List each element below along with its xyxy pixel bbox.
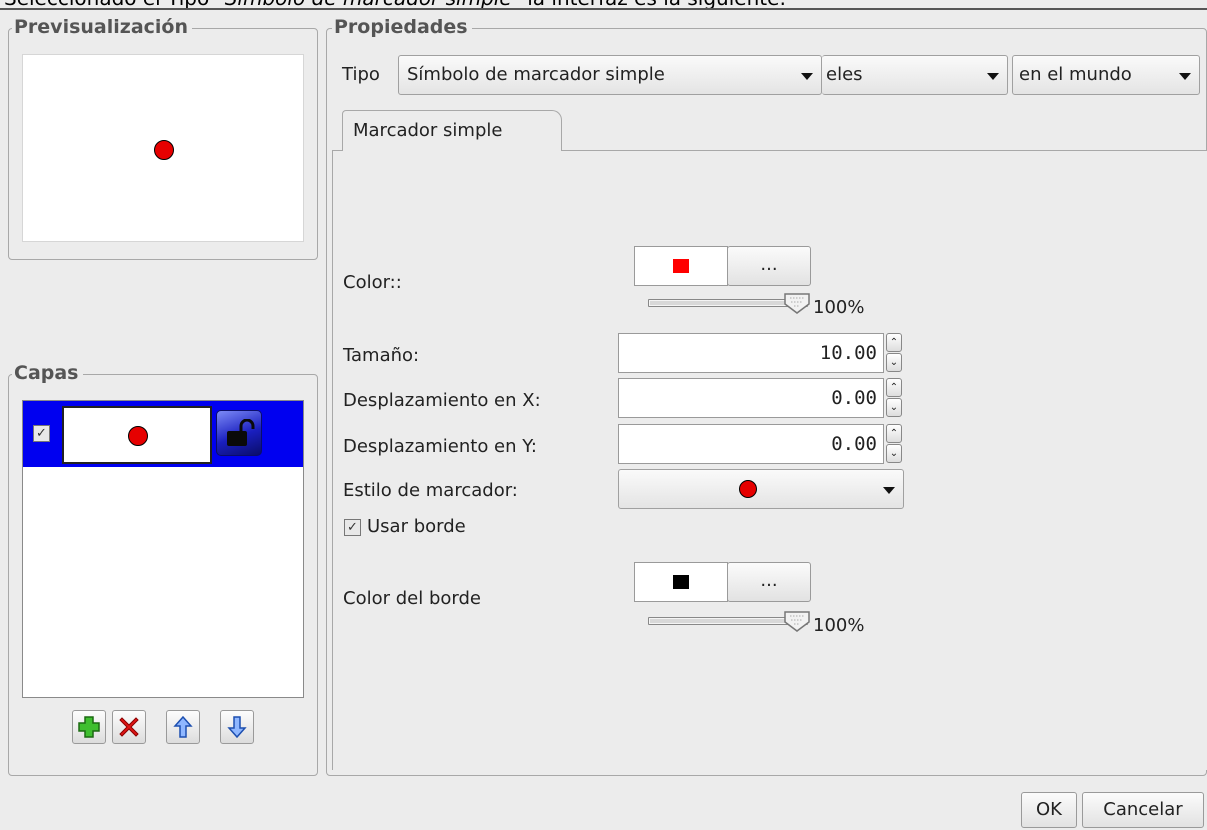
cancel-button[interactable]: Cancelar	[1082, 792, 1204, 828]
top-rule	[0, 8, 1207, 10]
layers-list[interactable]: ✓	[22, 400, 304, 698]
border-color-swatch-fill	[673, 575, 689, 589]
marker-style-label: Estilo de marcador:	[343, 480, 518, 501]
increment-icon[interactable]: ⌃	[886, 424, 902, 443]
layer-lock-button[interactable]	[216, 410, 262, 456]
tab-marcador-simple[interactable]: Marcador simple	[342, 110, 562, 151]
use-border-checkbox[interactable]: ✓	[344, 519, 361, 536]
offset-x-input[interactable]: 0.00	[618, 378, 884, 418]
move-layer-down-button[interactable]	[220, 710, 254, 744]
chevron-down-icon	[1179, 73, 1191, 80]
slider-thumb-icon[interactable]	[783, 292, 811, 314]
layer-visible-checkbox[interactable]: ✓	[33, 425, 50, 442]
marker-style-select[interactable]	[618, 469, 904, 509]
color-label: Color::	[343, 272, 402, 293]
offset-y-stepper[interactable]: ⌃ ⌄	[886, 424, 902, 464]
color-alpha-value: 100%	[813, 297, 865, 318]
tab-label: Marcador simple	[353, 120, 503, 141]
offset-x-stepper[interactable]: ⌃ ⌄	[886, 378, 902, 418]
properties-legend: Propiedades	[332, 16, 472, 38]
offset-y-input[interactable]: 0.00	[618, 424, 884, 464]
type-select-value: Símbolo de marcador simple	[407, 64, 665, 85]
unlock-icon	[227, 419, 255, 446]
border-color-picker-button[interactable]: ...	[727, 562, 811, 602]
decrement-icon[interactable]: ⌄	[886, 444, 902, 463]
offset-x-label: Desplazamiento en X:	[343, 390, 541, 411]
add-icon	[78, 716, 100, 738]
color-picker-button[interactable]: ...	[727, 246, 811, 286]
use-border-label: Usar borde	[367, 516, 466, 537]
delete-icon	[119, 717, 139, 737]
chevron-down-icon	[801, 73, 813, 80]
border-alpha-value: 100%	[813, 615, 865, 636]
layers-legend: Capas	[12, 362, 83, 384]
type-label: Tipo	[342, 64, 380, 85]
border-alpha-slider[interactable]	[648, 611, 810, 632]
down-arrow-icon	[227, 716, 247, 739]
offset-x-value: 0.00	[831, 387, 877, 409]
space-select-value: en el mundo	[1019, 64, 1132, 85]
type-select[interactable]: Símbolo de marcador simple	[398, 55, 822, 95]
layer-thumbnail	[62, 406, 212, 464]
circle-marker-icon	[739, 480, 757, 498]
decrement-icon[interactable]: ⌄	[886, 398, 902, 417]
color-swatch[interactable]	[634, 246, 728, 286]
color-swatch-fill	[673, 259, 689, 273]
decrement-icon[interactable]: ⌄	[886, 353, 902, 372]
units-select[interactable]: eles	[822, 55, 1008, 95]
size-value: 10.00	[819, 342, 877, 364]
color-alpha-slider[interactable]	[648, 293, 810, 314]
size-input[interactable]: 10.00	[618, 333, 884, 373]
ok-button[interactable]: OK	[1021, 792, 1077, 828]
slider-thumb-icon[interactable]	[783, 610, 811, 632]
offset-y-label: Desplazamiento en Y:	[343, 436, 537, 457]
preview-marker	[154, 140, 174, 160]
color-alpha-fill	[650, 301, 796, 305]
preview-legend: Previsualización	[12, 16, 192, 38]
size-stepper[interactable]: ⌃ ⌄	[886, 333, 902, 373]
layer-marker-icon	[128, 426, 148, 446]
increment-icon[interactable]: ⌃	[886, 378, 902, 397]
space-select[interactable]: en el mundo	[1012, 55, 1200, 95]
offset-y-value: 0.00	[831, 433, 877, 455]
delete-layer-button[interactable]	[112, 710, 146, 744]
add-layer-button[interactable]	[72, 710, 106, 744]
layer-row[interactable]: ✓	[23, 401, 303, 467]
chevron-down-icon	[883, 487, 895, 494]
up-arrow-icon	[173, 715, 193, 738]
move-layer-up-button[interactable]	[166, 710, 200, 744]
units-select-value: eles	[826, 64, 863, 85]
increment-icon[interactable]: ⌃	[886, 333, 902, 352]
size-label: Tamaño:	[343, 345, 420, 366]
border-color-label: Color del borde	[343, 588, 481, 609]
preview-canvas	[22, 54, 304, 242]
border-alpha-fill	[650, 619, 796, 623]
chevron-down-icon	[987, 73, 999, 80]
border-color-swatch[interactable]	[634, 562, 728, 602]
